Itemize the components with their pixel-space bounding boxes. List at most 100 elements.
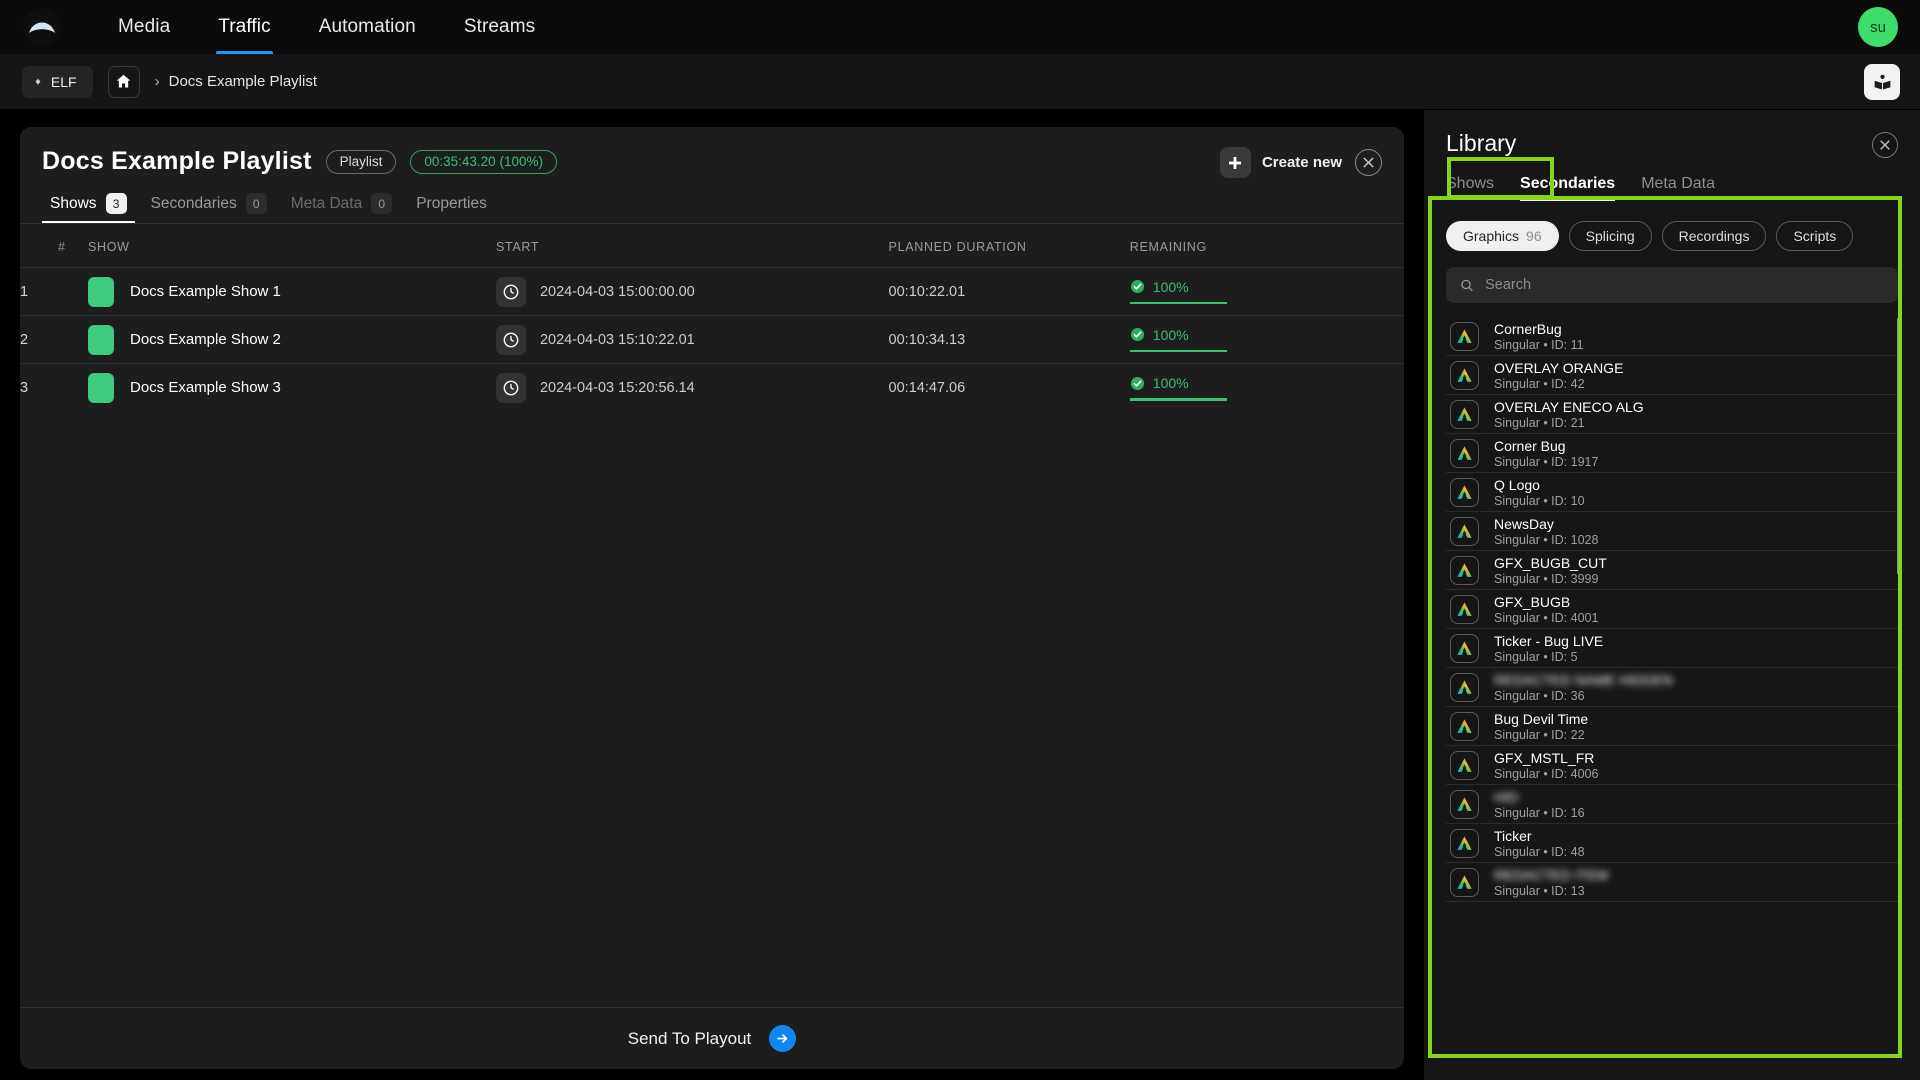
library-tab-secondaries[interactable]: Secondaries	[1520, 175, 1615, 201]
shows-table-header: # SHOW START PLANNED DURATION REMAINING	[20, 224, 1404, 268]
cell-duration: 00:14:47.06	[889, 364, 1130, 412]
library-item-list[interactable]: CornerBugSingular • ID: 11OVERLAY ORANGE…	[1446, 317, 1898, 979]
avatar[interactable]: su	[1858, 7, 1898, 47]
nav-item-automation[interactable]: Automation	[295, 0, 440, 54]
chip-count: 96	[1526, 228, 1542, 244]
list-item-name: OVERLAY ORANGE	[1494, 360, 1623, 376]
create-new-button[interactable]: Create new	[1220, 147, 1342, 178]
filter-chip-recordings[interactable]: Recordings	[1662, 221, 1767, 251]
list-item-subtitle: Singular • ID: 11	[1494, 338, 1584, 352]
library-tab-meta-data[interactable]: Meta Data	[1641, 175, 1715, 201]
list-item-name: GFX_MSTL_FR	[1494, 750, 1598, 766]
send-to-playout-button[interactable]: Send To Playout	[20, 1007, 1404, 1069]
singular-logo-icon	[1450, 556, 1479, 585]
nav-item-traffic[interactable]: Traffic	[194, 0, 294, 54]
tab-label: Secondaries	[151, 195, 237, 213]
close-icon[interactable]	[1872, 132, 1898, 158]
top-navigation-bar: Media Traffic Automation Streams su	[0, 0, 1920, 54]
list-item[interactable]: OVERLAY ORANGESingular • ID: 42	[1446, 356, 1898, 395]
playlist-duration-badge: 00:35:43.20 (100%)	[410, 150, 557, 174]
show-color-chip	[88, 373, 114, 403]
list-item[interactable]: Bug Devil TimeSingular • ID: 22	[1446, 707, 1898, 746]
list-item-subtitle: Singular • ID: 48	[1494, 845, 1585, 859]
singular-logo-icon	[1450, 829, 1479, 858]
chip-label: Graphics	[1463, 228, 1519, 244]
playlist-header-actions: Create new	[1220, 147, 1382, 178]
cell-start: 2024-04-03 15:00:00.00	[496, 268, 889, 316]
list-item-subtitle: Singular • ID: 1917	[1494, 455, 1598, 469]
tab-properties[interactable]: Properties	[408, 195, 495, 222]
list-item[interactable]: NewsDaySingular • ID: 1028	[1446, 512, 1898, 551]
singular-logo-icon	[1450, 400, 1479, 429]
channel-selector-label: ELF	[51, 74, 77, 90]
list-item[interactable]: Ticker - Bug LIVESingular • ID: 5	[1446, 629, 1898, 668]
cell-remaining: 100%	[1130, 316, 1404, 364]
list-item-name: OVERLAY ENECO ALG	[1494, 399, 1644, 415]
nav-label: Traffic	[218, 16, 270, 38]
start-time: 2024-04-03 15:00:00.00	[540, 284, 695, 300]
library-book-icon[interactable]	[1864, 64, 1900, 100]
library-panel: Library Shows Secondaries Meta Data Grap…	[1424, 110, 1920, 1080]
home-icon[interactable]	[108, 66, 140, 98]
library-scrollbar[interactable]	[1897, 317, 1898, 979]
singular-logo-icon	[1450, 712, 1479, 741]
playlist-pane: Docs Example Playlist Playlist 00:35:43.…	[0, 110, 1424, 1080]
singular-logo-icon	[1450, 751, 1479, 780]
list-item[interactable]: Q LogoSingular • ID: 10	[1446, 473, 1898, 512]
send-to-playout-label: Send To Playout	[628, 1029, 752, 1049]
list-item-subtitle: Singular • ID: 36	[1494, 689, 1673, 703]
nav-item-media[interactable]: Media	[94, 0, 194, 54]
singular-logo-icon	[1450, 595, 1479, 624]
cell-number: 3	[20, 364, 88, 412]
tab-meta-data[interactable]: Meta Data 0	[283, 193, 401, 223]
nav-item-streams[interactable]: Streams	[440, 0, 559, 54]
library-tabs: Shows Secondaries Meta Data	[1446, 175, 1898, 201]
list-item[interactable]: GFX_MSTL_FRSingular • ID: 4006	[1446, 746, 1898, 785]
tab-shows[interactable]: Shows 3	[42, 193, 135, 223]
remaining-percent: 100%	[1153, 327, 1189, 343]
library-scroll-thumb[interactable]	[1897, 317, 1898, 575]
filter-chip-splicing[interactable]: Splicing	[1569, 221, 1652, 251]
cell-number: 2	[20, 316, 88, 364]
list-item[interactable]: CornerBugSingular • ID: 11	[1446, 317, 1898, 356]
cell-show: Docs Example Show 1	[88, 268, 496, 316]
table-row[interactable]: 2 Docs Example Show 2	[20, 316, 1404, 364]
list-item[interactable]: REDACTED NAME HIDDENSingular • ID: 36	[1446, 668, 1898, 707]
list-item[interactable]: GFX_BUGB_CUTSingular • ID: 3999	[1446, 551, 1898, 590]
breadcrumb-separator: ›	[155, 73, 160, 90]
search-input[interactable]	[1485, 277, 1884, 293]
cell-remaining: 100%	[1130, 364, 1404, 412]
channel-selector[interactable]: ▲▼ ELF	[22, 66, 93, 98]
list-item-subtitle: Singular • ID: 13	[1494, 884, 1608, 898]
app-logo-icon[interactable]	[22, 7, 62, 47]
page-title: Docs Example Playlist	[42, 147, 312, 176]
library-tab-shows[interactable]: Shows	[1446, 175, 1494, 201]
list-item[interactable]: REDACTED ITEMSingular • ID: 13	[1446, 863, 1898, 902]
playlist-tabs: Shows 3 Secondaries 0 Meta Data 0 Proper…	[20, 193, 1404, 223]
column-header-start: START	[496, 224, 889, 268]
list-item[interactable]: TickerSingular • ID: 48	[1446, 824, 1898, 863]
show-color-chip	[88, 277, 114, 307]
list-item-name: REDACTED NAME HIDDEN	[1494, 672, 1673, 688]
library-search[interactable]	[1446, 267, 1898, 303]
filter-chip-graphics[interactable]: Graphics 96	[1446, 221, 1559, 251]
remaining-percent: 100%	[1153, 375, 1189, 391]
list-item-name: Ticker	[1494, 828, 1585, 844]
playlist-card-header: Docs Example Playlist Playlist 00:35:43.…	[20, 127, 1404, 176]
singular-logo-icon	[1450, 439, 1479, 468]
list-item[interactable]: HIDSingular • ID: 16	[1446, 785, 1898, 824]
cell-duration: 00:10:34.13	[889, 316, 1130, 364]
column-header-remaining: REMAINING	[1130, 224, 1404, 268]
table-row[interactable]: 3 Docs Example Show 3	[20, 364, 1404, 412]
list-item[interactable]: Corner BugSingular • ID: 1917	[1446, 434, 1898, 473]
table-row[interactable]: 1 Docs Example Show 1	[20, 268, 1404, 316]
remaining-percent: 100%	[1153, 279, 1189, 295]
filter-chip-scripts[interactable]: Scripts	[1776, 221, 1853, 251]
close-icon[interactable]	[1355, 149, 1382, 176]
list-item-subtitle: Singular • ID: 21	[1494, 416, 1644, 430]
list-item-subtitle: Singular • ID: 16	[1494, 806, 1585, 820]
tab-secondaries[interactable]: Secondaries 0	[143, 193, 275, 223]
list-item[interactable]: OVERLAY ENECO ALGSingular • ID: 21	[1446, 395, 1898, 434]
list-item[interactable]: GFX_BUGBSingular • ID: 4001	[1446, 590, 1898, 629]
breadcrumb-current[interactable]: Docs Example Playlist	[169, 73, 317, 90]
